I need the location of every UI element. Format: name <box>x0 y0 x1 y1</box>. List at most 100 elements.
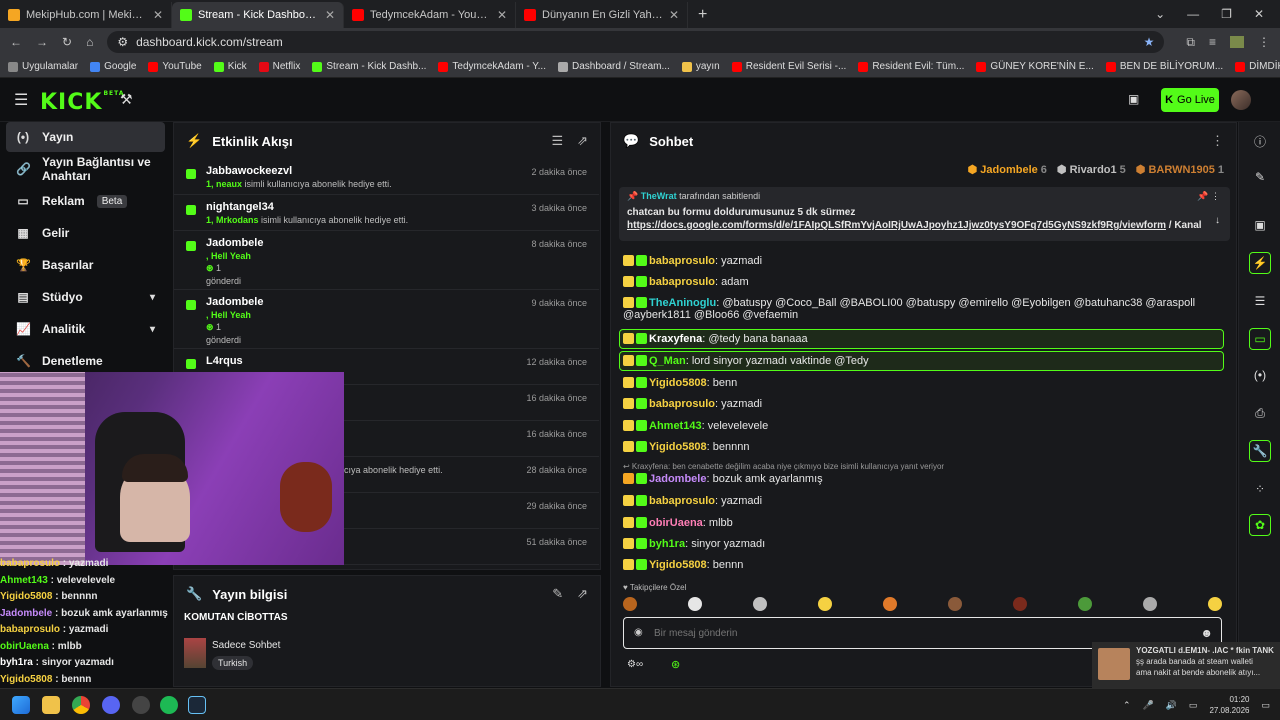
bookmark-item[interactable]: yayın <box>681 61 720 72</box>
user-avatar[interactable] <box>1231 90 1251 110</box>
pencil-icon[interactable]: ✎ <box>1249 166 1271 188</box>
chat-toggle-icon[interactable]: ▭ <box>1249 328 1271 350</box>
tab-search-icon[interactable]: ⌄ <box>1155 7 1165 21</box>
chat-username[interactable]: babaprosulo <box>649 276 715 288</box>
chat-username[interactable]: Kraxyfena <box>649 333 702 345</box>
sidebar-item-analitik[interactable]: 📈 Analitik ▾ <box>6 314 165 344</box>
kick-coin-icon[interactable]: ⊛ <box>671 658 680 671</box>
chat-username[interactable]: obirUaena <box>649 517 703 529</box>
emote-picker-icon[interactable]: ◉ <box>634 627 643 638</box>
emote-icon[interactable] <box>753 597 767 611</box>
share-icon[interactable]: ⁘ <box>1249 478 1271 500</box>
app-icon[interactable] <box>132 696 150 714</box>
tools-icon[interactable]: ⚒ <box>120 91 133 108</box>
extensions-icon[interactable]: ⧉ <box>1186 35 1195 50</box>
list-icon[interactable]: ☰ <box>1249 290 1271 312</box>
chat-menu-icon[interactable]: ⋮ <box>1211 133 1224 149</box>
sidebar-item-stüdyo[interactable]: ▤ Stüdyo ▾ <box>6 282 165 312</box>
volume-icon[interactable]: 🔊 <box>1166 700 1177 711</box>
bookmark-item[interactable]: Dashboard / Stream... <box>557 61 670 72</box>
bookmark-item[interactable]: YouTube <box>148 61 202 72</box>
bookmark-item[interactable]: Uygulamalar <box>8 61 78 72</box>
emote-icon[interactable] <box>883 597 897 611</box>
start-icon[interactable] <box>12 696 30 714</box>
bookmark-item[interactable]: Stream - Kick Dashb... <box>312 61 426 72</box>
emote-icon[interactable] <box>1078 597 1092 611</box>
bookmark-item[interactable]: TedymcekAdam - Y... <box>438 61 546 72</box>
edit-icon[interactable]: ✎ <box>552 586 563 602</box>
chat-username[interactable]: Yigido5808 <box>649 441 707 453</box>
emote-icon[interactable] <box>1013 597 1027 611</box>
theatre-mode-icon[interactable]: ▣ <box>1128 92 1139 106</box>
chat-username[interactable]: TheAninoglu <box>649 297 716 309</box>
emote-icon[interactable] <box>1143 597 1157 611</box>
chat-username[interactable]: Yigido5808 <box>649 377 707 389</box>
chat-username[interactable]: Jadombele <box>649 473 706 485</box>
reload-icon[interactable]: ↻ <box>62 35 72 49</box>
bookmark-item[interactable]: Google <box>90 61 136 72</box>
sidebar-item-reklam[interactable]: ▭ Reklam Beta <box>6 186 165 216</box>
bookmark-item[interactable]: GÜNEY KORE'NİN E... <box>976 61 1094 72</box>
emote-icon[interactable] <box>1208 597 1222 611</box>
new-tab-icon[interactable]: + <box>688 2 717 28</box>
bookmark-item[interactable]: Netflix <box>258 61 300 72</box>
minimize-icon[interactable]: — <box>1187 7 1199 21</box>
close-tab-icon[interactable]: ✕ <box>497 8 507 22</box>
bookmark-item[interactable]: Resident Evil: Tüm... <box>858 61 964 72</box>
broadcast-icon[interactable]: (•) <box>1249 364 1271 386</box>
camera-icon[interactable]: ▣ <box>1249 214 1271 236</box>
close-tab-icon[interactable]: ✕ <box>669 8 679 22</box>
bookmark-item[interactable]: Kick <box>213 61 247 72</box>
sidebar-item-gelir[interactable]: ▦ Gelir <box>6 218 165 248</box>
url-input[interactable]: ⚙ dashboard.kick.com/stream ★ <box>107 31 1165 53</box>
filter-icon[interactable]: ☰ <box>551 133 563 149</box>
emote-icon[interactable] <box>688 597 702 611</box>
chat-message-input[interactable] <box>654 624 1174 642</box>
info-icon[interactable]: ⓘ <box>1249 130 1271 152</box>
kick-logo[interactable]: KICKBETA <box>40 90 124 115</box>
activity-toggle-icon[interactable]: ⚡ <box>1249 252 1271 274</box>
menu-icon[interactable]: ⋮ <box>1258 35 1270 49</box>
network-icon[interactable]: ▭ <box>1189 700 1198 711</box>
emote-icon[interactable] <box>948 597 962 611</box>
expand-pinned-icon[interactable]: ↓ <box>1215 215 1220 226</box>
pinned-link[interactable]: https://docs.google.com/forms/d/e/1FAIpQ… <box>627 220 1166 231</box>
home-icon[interactable]: ⌂ <box>86 35 93 49</box>
chat-username[interactable]: Ahmet143 <box>649 420 702 432</box>
bookmark-item[interactable]: Resident Evil Serisi -... <box>731 61 846 72</box>
emote-icon[interactable] <box>818 597 832 611</box>
close-window-icon[interactable]: ✕ <box>1254 7 1264 21</box>
popout-icon[interactable]: ⇗ <box>577 133 588 149</box>
spotify-icon[interactable] <box>160 696 178 714</box>
media-icon[interactable]: ≡ <box>1209 35 1216 49</box>
chat-username[interactable]: Q_Man <box>649 355 686 367</box>
go-live-button[interactable]: K Go Live <box>1161 88 1219 112</box>
tray-chevron-icon[interactable]: ⌃ <box>1123 700 1131 711</box>
back-icon[interactable]: ← <box>10 35 22 49</box>
pinned-options-icon[interactable]: 📌 ⋮ <box>1197 191 1220 202</box>
bookmark-star-icon[interactable]: ★ <box>1144 35 1155 49</box>
browser-tab[interactable]: Dünyanın En Gizli Yahudi Toplu✕ <box>516 2 688 28</box>
chat-username[interactable]: Yigido5808 <box>649 559 707 571</box>
mod-tools-icon[interactable]: 🔧 <box>1249 440 1271 462</box>
browser-tab[interactable]: TedymcekAdam - YouTube ✕ <box>344 2 516 28</box>
chrome-icon[interactable] <box>72 696 90 714</box>
close-tab-icon[interactable]: ✕ <box>153 8 163 22</box>
file-explorer-icon[interactable] <box>42 696 60 714</box>
emote-icon[interactable] <box>623 597 637 611</box>
leaderboard-entry[interactable]: ⬢ BARWN1905 1 <box>1136 163 1224 176</box>
chat-settings-icon[interactable]: ⚙∞ <box>627 659 643 670</box>
hamburger-menu-icon[interactable]: ☰ <box>14 90 28 110</box>
discord-icon[interactable] <box>102 696 120 714</box>
sidebar-item-yayın[interactable]: (•) Yayın <box>6 122 165 152</box>
notification-center-icon[interactable]: ▭ <box>1261 700 1270 711</box>
sidebar-item-yayın[interactable]: 🔗 Yayın Bağlantısı ve Anahtarı <box>6 154 165 184</box>
chat-username[interactable]: babaprosulo <box>649 495 715 507</box>
chat-username[interactable]: babaprosulo <box>649 398 715 410</box>
system-clock[interactable]: 01:20 27.08.2026 <box>1209 694 1249 716</box>
site-info-icon[interactable]: ⚙ <box>117 35 128 49</box>
bookmark-item[interactable]: DİMDİK BİR 31 | Ma... <box>1235 61 1280 72</box>
printer-icon[interactable]: ⎙ <box>1249 402 1271 424</box>
popout-icon[interactable]: ⇗ <box>577 586 588 602</box>
close-tab-icon[interactable]: ✕ <box>325 8 335 22</box>
